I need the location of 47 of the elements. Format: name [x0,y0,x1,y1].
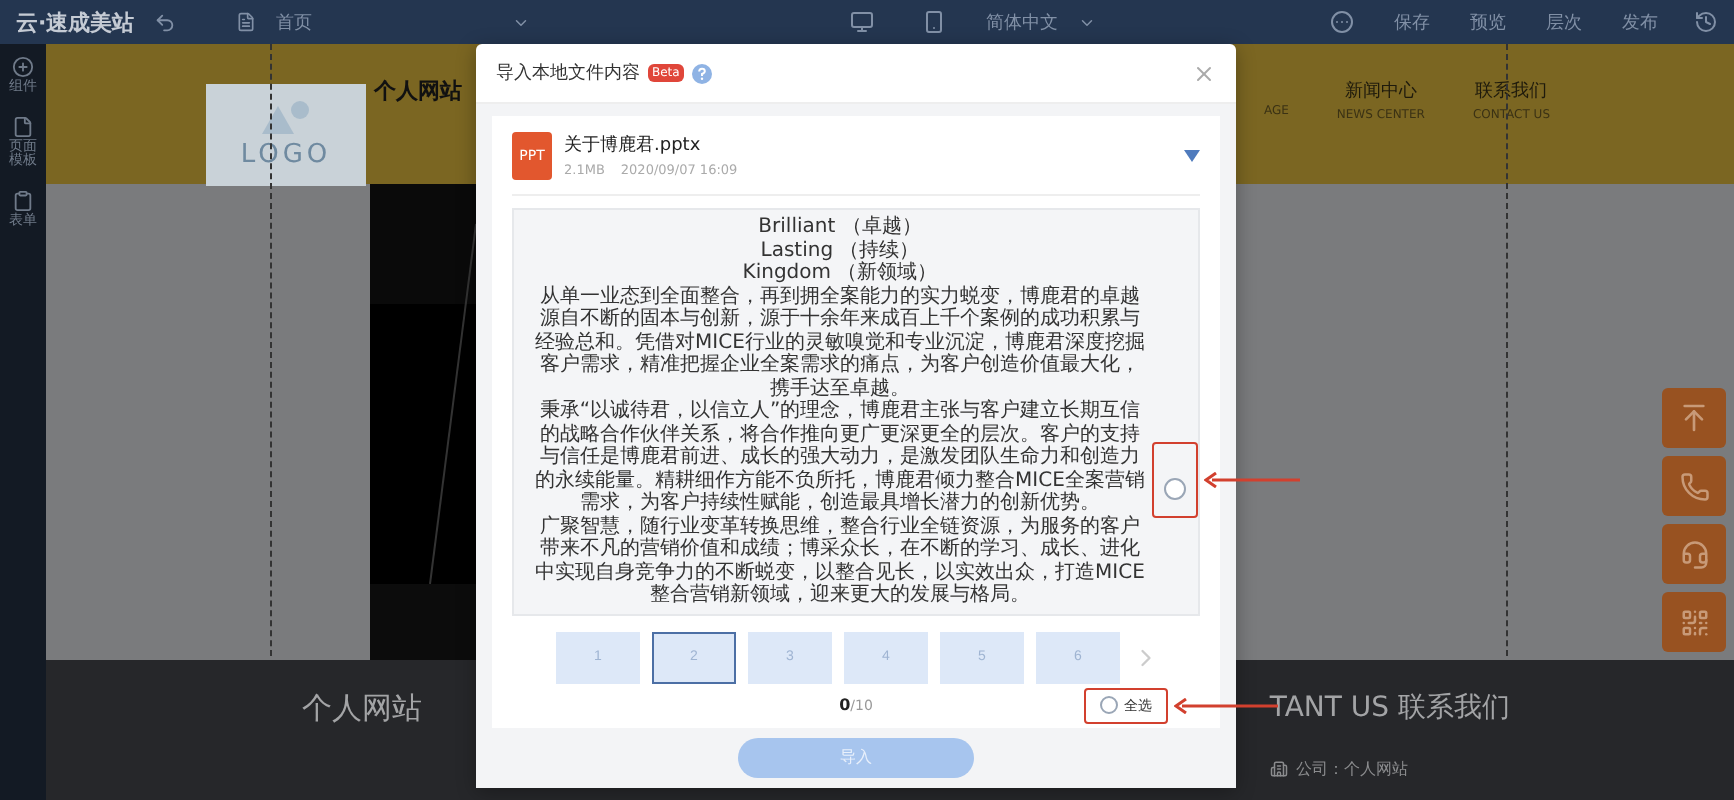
service-button[interactable] [1662,524,1726,584]
preview-paragraph: Brilliant （卓越） [756,216,924,239]
page-selector[interactable]: 首页 [276,9,313,35]
select-all-radio[interactable] [1100,696,1118,714]
file-name: 关于博鹿君.pptx [564,133,703,158]
toolbar-action[interactable]: 保存 [1394,9,1430,35]
desktop-icon[interactable] [850,10,875,34]
toolbar-action[interactable]: 层次 [1546,9,1582,35]
preview-paragraph: 秉承“以诚待君，以信立人”的理念，博鹿君主张与客户建立长期互信的战略合作伙伴关系，将合作推向更广更深更全的层次。客户的支持与信任是博鹿君前进、成长的强大动力，是激发团队生命力和创造力的永续能量。精耕细作方能不负所托，博鹿君倾力整合MICE全案营销需求，为客户持续性赋能，创造最具增长潜力的创新优势。 [534,400,1146,515]
footer-title: 个人网站 [302,690,422,730]
phone-icon [1679,471,1709,501]
toolbar-action[interactable]: 预览 [1470,9,1506,35]
shapes-icon [260,100,312,136]
dropdown-caret-icon[interactable] [1184,149,1200,161]
sidebar-icon[interactable] [12,56,34,78]
language-selector[interactable]: 简体中文 [986,9,1059,35]
dialog-title: 导入本地文件内容 [496,61,640,86]
arrow-up-icon [1678,402,1710,434]
preview-paragraph: 广聚智慧，随行业变革转换思维，整合行业全链资源，为服务的客户带来不凡的营销价值和成绩；博采众长，在不断的学习、成长、进化中实现自身竞争力的不断蜕变，以整合见长，以实效出众，打造MICE整合营销新领域，迎来更大的发展与格局。 [534,515,1146,607]
phone-button[interactable] [1662,456,1726,516]
history-icon[interactable] [1694,10,1718,34]
help-icon[interactable] [691,63,712,83]
company-text: 公司：个人网站 [1295,758,1408,780]
logo-text: LOGO [240,140,332,170]
site-title: 个人网站 [374,76,462,106]
sidebar-icon[interactable] [12,190,34,213]
more-icon[interactable] [1330,10,1354,34]
close-icon[interactable] [1192,61,1216,85]
sidebar-icon[interactable] [12,115,34,138]
toolbar-action[interactable]: 发布 [1622,9,1658,35]
qr-code-icon [1679,607,1709,637]
app-logo: 云·速成美站 [16,7,135,37]
back-to-top-button[interactable] [1662,388,1726,448]
phone-icon[interactable] [922,10,947,34]
undo-icon[interactable] [154,11,177,33]
headset-icon [1679,539,1709,569]
preview-paragraph: 从单一业态到全面整合，再到拥全案能力的实力蜕变，博鹿君的卓越源自不断的固本与创新，源于十余年来成百上千个案例的成功积累与经验总和。凭借对MICE行业的灵敏嗅觉和专业沉淀，博鹿君深度挖掘客户需求，精准把握企业全案需求的痛点，为客户创造价值最大化，携手达至卓越。 [534,285,1146,399]
preview-paragraph: Kingdom （新领域） [740,262,940,285]
arrow [1204,472,1300,488]
building-icon [1269,760,1288,778]
footer-heading: TANT US 联系我们 [1269,690,1510,726]
nav-link[interactable]: 新闻中心 [1344,78,1417,104]
page-icon [236,12,257,32]
page-radio[interactable] [1164,478,1186,500]
qr-code-button[interactable] [1662,592,1726,652]
nav-link[interactable]: 联系我们 [1475,78,1548,104]
preview-paragraph: Lasting （持续） [760,239,922,261]
